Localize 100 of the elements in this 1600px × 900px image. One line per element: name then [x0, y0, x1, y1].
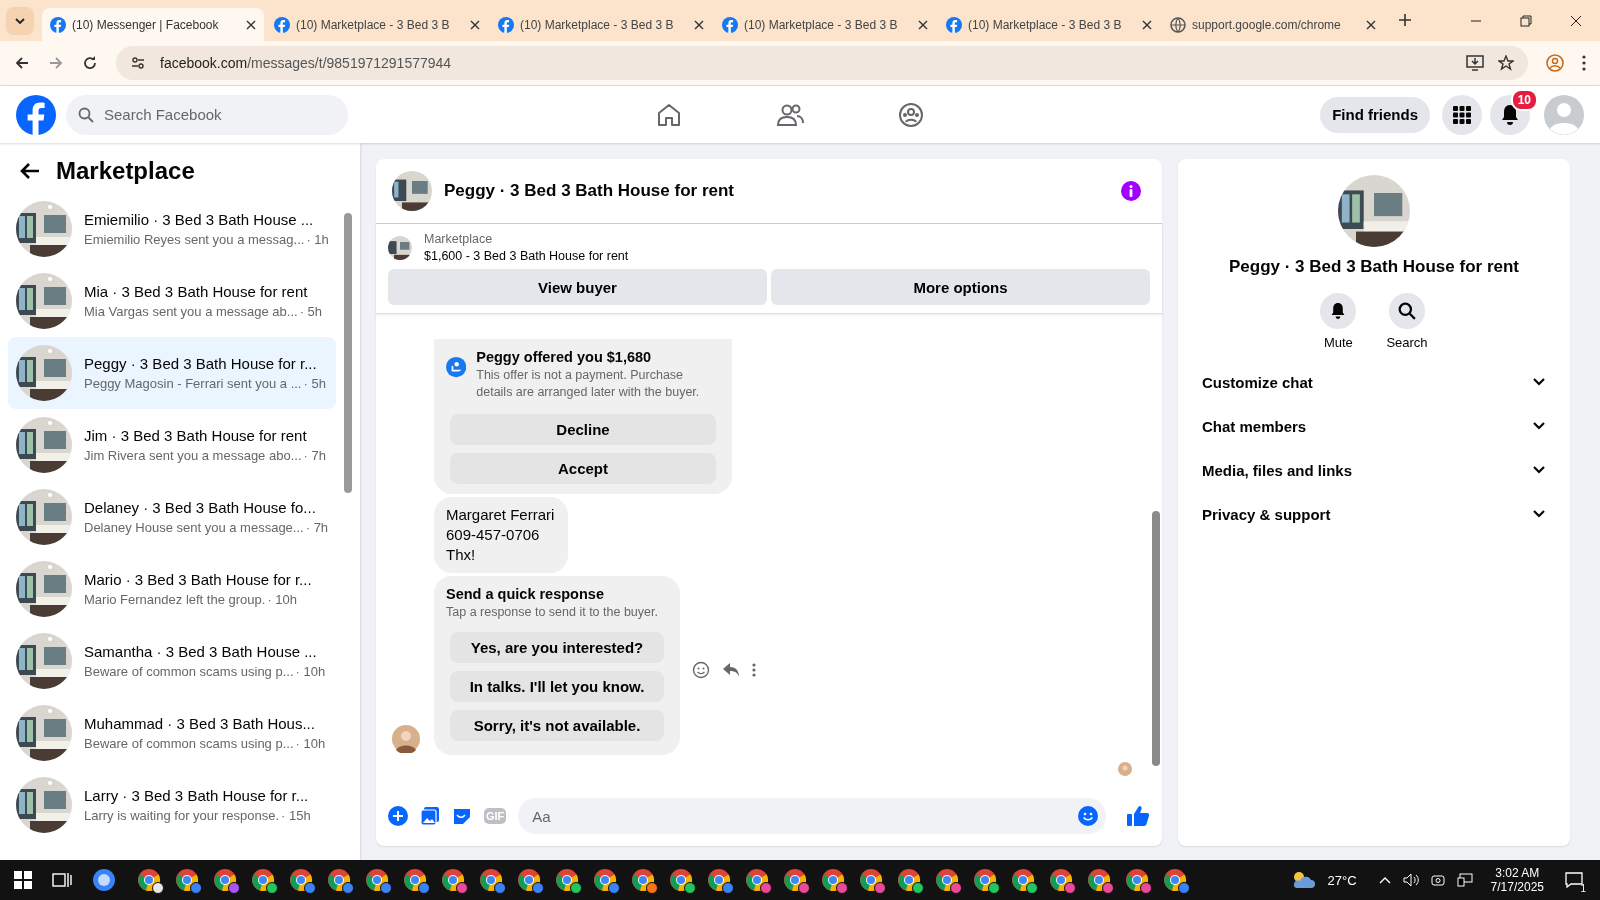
more-icon[interactable]	[752, 662, 756, 678]
taskbar-app-button[interactable]	[516, 867, 542, 893]
taskbar-app-button[interactable]	[402, 867, 428, 893]
thumbs-up-icon[interactable]	[1126, 805, 1150, 827]
browser-tab[interactable]: (10) Messenger | Facebook	[42, 8, 264, 41]
task-view-icon[interactable]	[52, 871, 72, 889]
taskbar-app-button[interactable]	[630, 867, 656, 893]
conversation-item[interactable]: Mia · 3 Bed 3 Bath House for rent Mia Vargas sent you a message ab...· 5h	[8, 265, 336, 337]
close-icon[interactable]	[246, 19, 256, 30]
message-bar[interactable]: Aa	[518, 798, 1106, 834]
message-input[interactable]: Aa	[530, 806, 1078, 826]
facebook-logo-icon[interactable]	[16, 94, 56, 135]
section-header[interactable]: Chat members	[1186, 404, 1562, 448]
profile-icon[interactable]	[1546, 54, 1564, 72]
conversation-item[interactable]: Larry · 3 Bed 3 Bath House for r... Larry is waiting for your response.· 15h	[8, 769, 336, 841]
close-icon[interactable]	[694, 19, 704, 30]
sticker-icon[interactable]	[452, 806, 472, 826]
conversation-item[interactable]: Muhammad · 3 Bed 3 Bath Hous... Beware of common scams using p...· 10h	[8, 697, 336, 769]
offer-button[interactable]: Accept	[450, 452, 716, 484]
reload-icon[interactable]	[82, 55, 98, 71]
taskbar-app-button[interactable]	[1086, 867, 1112, 893]
emoji-icon[interactable]	[1078, 806, 1098, 826]
close-icon[interactable]	[1366, 19, 1376, 30]
search-input[interactable]: Search Facebook	[102, 105, 336, 124]
volume-icon[interactable]	[1402, 873, 1419, 887]
taskbar-app-button[interactable]	[326, 867, 352, 893]
start-icon[interactable]	[14, 871, 32, 889]
taskbar-app-button[interactable]	[820, 867, 846, 893]
taskbar-app-button[interactable]	[972, 867, 998, 893]
taskbar-app-button[interactable]	[706, 867, 732, 893]
taskbar-app-button[interactable]	[1048, 867, 1074, 893]
taskbar-app-button[interactable]	[136, 867, 162, 893]
url-text[interactable]: facebook.com/messages/t/9851971291577944	[160, 55, 452, 71]
taskbar-app-button[interactable]	[934, 867, 960, 893]
close-icon[interactable]	[918, 19, 928, 30]
menu-button[interactable]	[1442, 94, 1482, 135]
quick-response-button[interactable]: In talks. I'll let you know.	[450, 671, 664, 702]
conversation-item[interactable]: Peggy · 3 Bed 3 Bath House for r... Peggy Magosin - Ferrari sent you a ...· 5h	[8, 337, 336, 409]
network-icon[interactable]	[1456, 873, 1473, 887]
cortana-icon[interactable]	[92, 868, 116, 892]
section-header[interactable]: Privacy & support	[1186, 492, 1562, 536]
quick-response-button[interactable]: Yes, are you interested?	[450, 632, 664, 663]
conversation-item[interactable]: Emiemilio · 3 Bed 3 Bath House ... Emiemilio Reyes sent you a messag...· 1h	[8, 193, 336, 265]
taskbar-app-button[interactable]	[174, 867, 200, 893]
conversation-item[interactable]: Delaney · 3 Bed 3 Bath House fo... Delaney House sent you a message...· 7h	[8, 481, 336, 553]
chevron-up-icon[interactable]	[1378, 876, 1391, 884]
browser-tab[interactable]: support.google.com/chrome	[1162, 8, 1384, 41]
taskbar-app-button[interactable]	[782, 867, 808, 893]
reply-icon[interactable]	[722, 662, 740, 678]
site-settings-icon[interactable]	[130, 55, 146, 71]
star-icon[interactable]	[1498, 55, 1514, 71]
taskbar-app-button[interactable]	[744, 867, 770, 893]
find-friends-button[interactable]: Find friends	[1320, 96, 1430, 133]
taskbar-app-button[interactable]	[250, 867, 276, 893]
forward-icon[interactable]	[48, 55, 64, 71]
taskbar-app-button[interactable]	[288, 867, 314, 893]
home-icon[interactable]	[656, 101, 682, 128]
mute-button[interactable]	[1320, 293, 1357, 329]
quick-response-button[interactable]: Sorry, it's not available.	[450, 710, 664, 741]
section-header[interactable]: Media, files and links	[1186, 448, 1562, 492]
taskbar-app-button[interactable]	[364, 867, 390, 893]
taskbar-app-button[interactable]	[1124, 867, 1150, 893]
taskbar-app-button[interactable]	[896, 867, 922, 893]
camera-icon[interactable]	[1430, 873, 1445, 887]
taskbar-app-button[interactable]	[440, 867, 466, 893]
plus-icon[interactable]	[388, 806, 408, 826]
install-icon[interactable]	[1466, 55, 1484, 71]
taskbar-app-button[interactable]	[668, 867, 694, 893]
search-bar[interactable]: Search Facebook	[66, 94, 348, 135]
browser-tab[interactable]: (10) Marketplace - 3 Bed 3 B	[938, 8, 1160, 41]
conversation-item[interactable]: Jim · 3 Bed 3 Bath House for rent Jim Rivera sent you a message abo...· 7h	[8, 409, 336, 481]
address-bar[interactable]: facebook.com/messages/t/9851971291577944	[116, 46, 1528, 80]
taskbar-app-button[interactable]	[592, 867, 618, 893]
taskbar-app-button[interactable]	[858, 867, 884, 893]
menu-icon[interactable]	[1582, 55, 1586, 71]
taskbar-app-button[interactable]	[1010, 867, 1036, 893]
taskbar-app-button[interactable]	[554, 867, 580, 893]
section-header[interactable]: Customize chat	[1186, 360, 1562, 404]
browser-tab[interactable]: (10) Marketplace - 3 Bed 3 B	[490, 8, 712, 41]
conversation-item[interactable]: Mario · 3 Bed 3 Bath House for r... Mario Fernandez left the group.· 10h	[8, 553, 336, 625]
restore-icon[interactable]	[1520, 15, 1532, 27]
taskbar-app-button[interactable]	[212, 867, 238, 893]
close-icon[interactable]	[1142, 19, 1152, 30]
back-arrow-icon[interactable]	[20, 162, 40, 180]
browser-tab[interactable]: (10) Marketplace - 3 Bed 3 B	[266, 8, 488, 41]
back-icon[interactable]	[14, 55, 30, 71]
info-icon[interactable]	[1120, 180, 1142, 202]
taskbar-app-button[interactable]	[1162, 867, 1188, 893]
image-icon[interactable]	[420, 806, 440, 826]
groups-icon[interactable]	[898, 101, 924, 128]
conversation-item[interactable]: Samantha · 3 Bed 3 Bath House ... Beware of common scams using p...· 10h	[8, 625, 336, 697]
tab-search-button[interactable]	[6, 7, 34, 35]
close-icon[interactable]	[470, 19, 480, 30]
taskbar-app-button[interactable]	[478, 867, 504, 893]
close-icon[interactable]	[1570, 15, 1582, 27]
listing-button[interactable]: More options	[771, 269, 1150, 305]
search-button[interactable]	[1389, 293, 1425, 329]
offer-button[interactable]: Decline	[450, 413, 716, 445]
emoji-icon[interactable]	[692, 661, 710, 679]
listing-button[interactable]: View buyer	[388, 269, 767, 305]
